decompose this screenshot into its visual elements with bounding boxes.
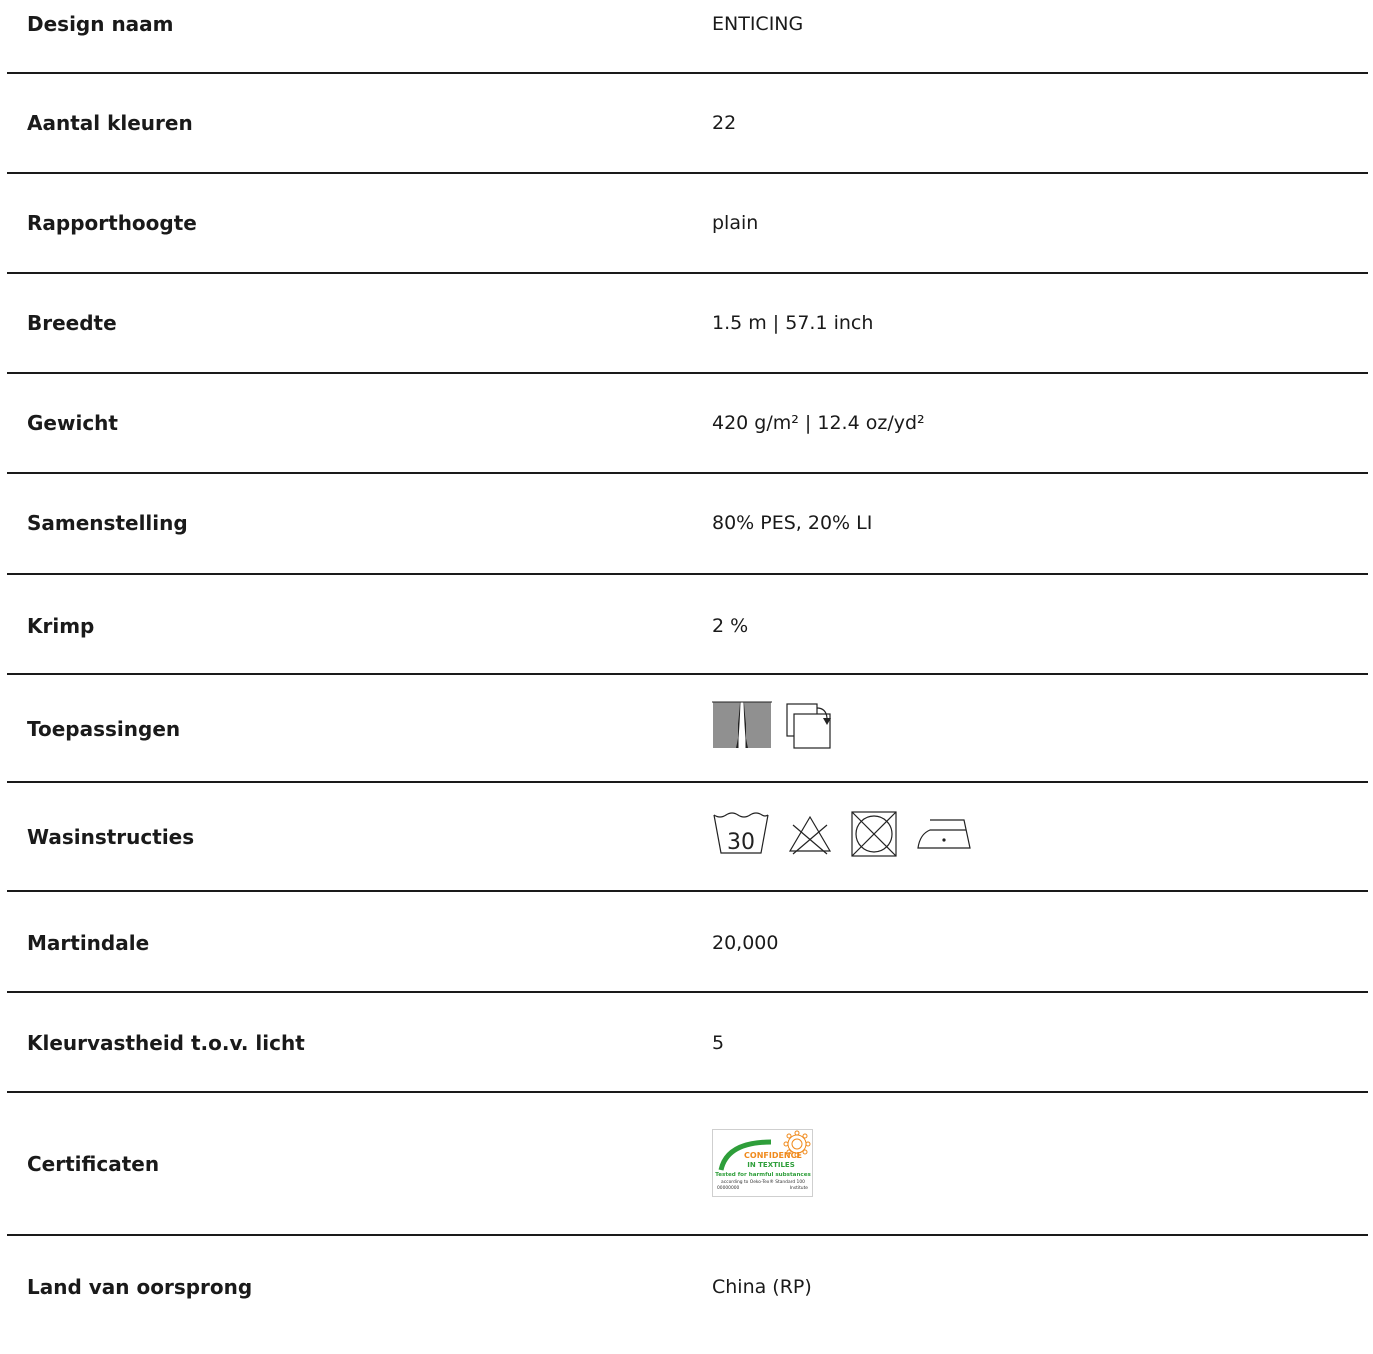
applications-icons [712, 701, 838, 751]
spec-row-color-count: Aantal kleuren 22 [7, 74, 1368, 174]
spec-row-origin: Land van oorsprong China (RP) [7, 1236, 1368, 1354]
wash-30-icon: 30 [713, 812, 769, 855]
spec-value: plain [712, 212, 759, 234]
wash-temp-label: 30 [727, 830, 755, 855]
spec-row-design-name: Design naam ENTICING [7, 0, 1368, 74]
product-specifications: Design naam ENTICING Aantal kleuren 22 R… [7, 0, 1368, 1354]
spec-label: Kleurvastheid t.o.v. licht [27, 1031, 305, 1055]
spec-value: 420 g/m² | 12.4 oz/yd² [712, 412, 925, 434]
curtain-icon [712, 701, 772, 749]
no-tumble-dry-icon [851, 811, 897, 857]
svg-text:IN TEXTILES: IN TEXTILES [747, 1161, 795, 1169]
spec-value: 22 [712, 112, 737, 134]
spec-label: Certificaten [27, 1152, 160, 1176]
spec-row-applications: Toepassingen [7, 675, 1368, 783]
spec-row-martindale: Martindale 20,000 [7, 892, 1368, 993]
spec-label: Rapporthoogte [27, 211, 197, 235]
spec-row-width: Breedte 1.5 m | 57.1 inch [7, 274, 1368, 374]
svg-text:according to Oeko-Tex® Standar: according to Oeko-Tex® Standard 100 [721, 1178, 805, 1185]
svg-text:CONFIDENCE: CONFIDENCE [744, 1151, 802, 1160]
iron-low-icon [917, 819, 971, 849]
spec-row-wash-instructions: Wasinstructies 30 [7, 783, 1368, 892]
spec-label: Aantal kleuren [27, 111, 193, 135]
spec-row-shrinkage: Krimp 2 % [7, 575, 1368, 675]
svg-text:Institute: Institute [790, 1185, 809, 1191]
spec-label: Krimp [27, 614, 95, 638]
spec-value: ENTICING [712, 13, 804, 35]
railroaded-fabric-icon [786, 703, 831, 749]
svg-text:Tested for harmful substances: Tested for harmful substances [715, 1172, 811, 1178]
spec-label: Land van oorsprong [27, 1275, 253, 1299]
svg-text:00000000: 00000000 [717, 1185, 740, 1191]
spec-label: Design naam [27, 12, 174, 36]
spec-label: Gewicht [27, 411, 118, 435]
spec-label: Martindale [27, 931, 150, 955]
spec-value: 20,000 [712, 932, 779, 954]
no-bleach-icon [788, 815, 832, 855]
spec-label: Breedte [27, 311, 117, 335]
spec-value: 80% PES, 20% LI [712, 512, 873, 534]
spec-label: Toepassingen [27, 717, 181, 741]
wash-instructions-icons: 30 [712, 810, 972, 858]
spec-row-lightfastness: Kleurvastheid t.o.v. licht 5 [7, 993, 1368, 1093]
spec-value: 5 [712, 1032, 725, 1054]
spec-label: Wasinstructies [27, 825, 195, 849]
spec-row-repeat-height: Rapporthoogte plain [7, 174, 1368, 274]
spec-row-certificates: Certificaten CONFIDENCE IN TEXTILES Test… [7, 1093, 1368, 1236]
spec-row-weight: Gewicht 420 g/m² | 12.4 oz/yd² [7, 374, 1368, 474]
oeko-tex-certificate-logo: CONFIDENCE IN TEXTILES Tested for harmfu… [712, 1129, 813, 1197]
spec-value: 1.5 m | 57.1 inch [712, 312, 874, 334]
spec-value: China (RP) [712, 1276, 812, 1298]
spec-label: Samenstelling [27, 511, 188, 535]
spec-value: 2 % [712, 615, 749, 637]
spec-row-composition: Samenstelling 80% PES, 20% LI [7, 474, 1368, 575]
